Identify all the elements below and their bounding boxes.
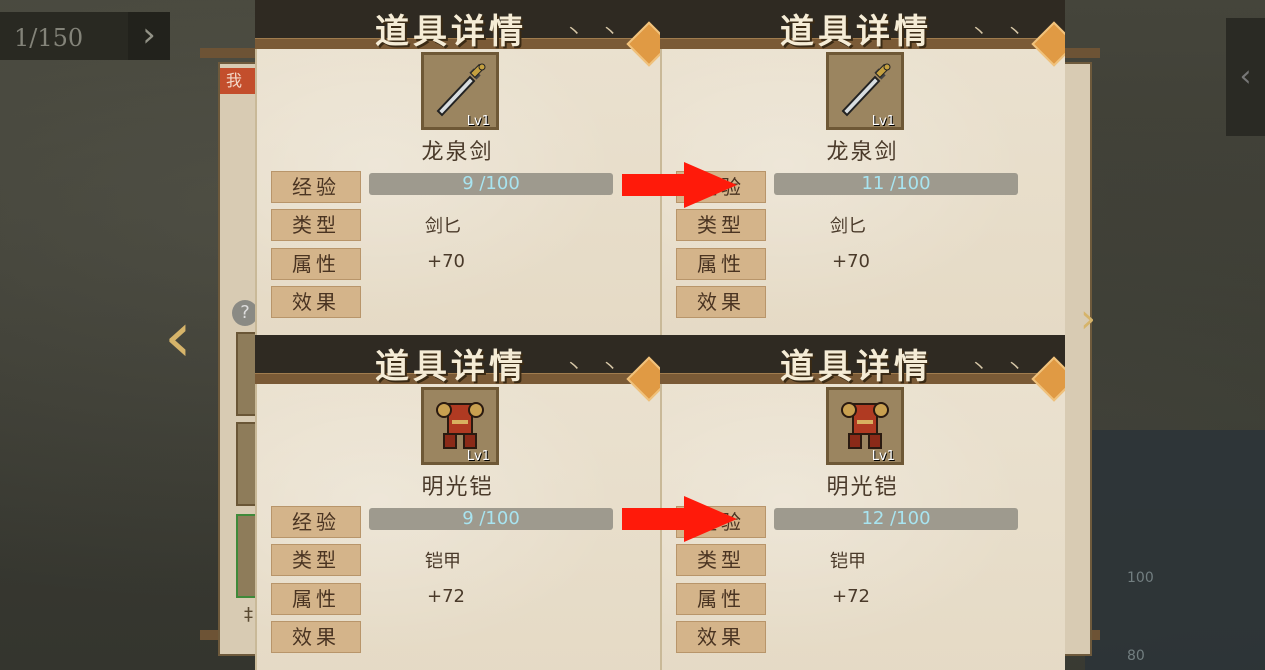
effect-label: 效果 bbox=[676, 286, 766, 318]
type-value: 铠甲 bbox=[425, 551, 461, 572]
panel-title: 道具详情 bbox=[375, 12, 527, 52]
chevron-right-icon[interactable]: › bbox=[128, 12, 170, 60]
item-name: 明光铠 bbox=[421, 475, 494, 500]
decoration: 丶 丶 bbox=[565, 22, 625, 43]
type-label: 类型 bbox=[271, 544, 361, 576]
effect-label: 效果 bbox=[271, 286, 361, 318]
panel-title: 道具详情 bbox=[780, 12, 932, 52]
attr-label: 属性 bbox=[271, 583, 361, 615]
exp-label: 经验 bbox=[271, 171, 361, 203]
exp-label: 经验 bbox=[271, 506, 361, 538]
item-detail-panel: 道具详情 丶 丶 Lv1 龙泉剑 经验 9 /100 类型 剑匕 属性 +70 … bbox=[255, 0, 660, 335]
decoration: 丶 丶 bbox=[970, 357, 1030, 378]
exp-value: 12 /100 bbox=[861, 508, 931, 529]
type-label: 类型 bbox=[676, 544, 766, 576]
exp-value: 9 /100 bbox=[462, 173, 520, 194]
attr-value: +70 bbox=[427, 251, 465, 272]
page-counter: 1/150 › bbox=[0, 12, 170, 60]
panel-title: 道具详情 bbox=[375, 347, 527, 387]
effect-label: 效果 bbox=[271, 621, 361, 653]
side-collapse-button[interactable]: ‹ bbox=[1226, 18, 1265, 136]
annotation-arrow bbox=[622, 496, 737, 542]
item-detail-panel: 道具详情 丶 丶 Lv1 明光铠 经验 9 /100 类型 铠甲 属性 +72 … bbox=[255, 335, 660, 670]
effect-label: 效果 bbox=[676, 621, 766, 653]
type-label: 类型 bbox=[271, 209, 361, 241]
page-counter-text: 1/150 bbox=[14, 24, 84, 52]
exp-bar: 12 /100 bbox=[774, 508, 1018, 530]
decoration: 丶 丶 bbox=[970, 22, 1030, 43]
armor-icon bbox=[841, 402, 889, 449]
attr-label: 属性 bbox=[676, 248, 766, 280]
exp-bar: 11 /100 bbox=[774, 173, 1018, 195]
type-value: 剑匕 bbox=[425, 216, 461, 237]
type-value: 剑匕 bbox=[830, 216, 866, 237]
item-icon-box: Lv1 bbox=[421, 387, 499, 465]
armor-icon bbox=[436, 402, 484, 449]
type-label: 类型 bbox=[676, 209, 766, 241]
item-icon-box: Lv1 bbox=[826, 387, 904, 465]
level-badge: Lv1 bbox=[466, 114, 490, 129]
decoration: 丶 丶 bbox=[565, 357, 625, 378]
level-badge: Lv1 bbox=[871, 114, 895, 129]
attr-value: +72 bbox=[427, 586, 465, 607]
attr-label: 属性 bbox=[271, 248, 361, 280]
level-badge: Lv1 bbox=[466, 449, 490, 464]
background-panel-right: 100 80 bbox=[1085, 430, 1265, 670]
type-value: 铠甲 bbox=[830, 551, 866, 572]
attr-label: 属性 bbox=[676, 583, 766, 615]
prev-arrow-icon[interactable]: ‹ bbox=[164, 296, 192, 378]
exp-value: 9 /100 bbox=[462, 508, 520, 529]
sword-icon bbox=[841, 63, 891, 117]
attr-value: +72 bbox=[832, 586, 870, 607]
exp-bar: 9 /100 bbox=[369, 508, 613, 530]
next-arrow-icon[interactable]: › bbox=[1080, 296, 1096, 342]
exp-bar: 9 /100 bbox=[369, 173, 613, 195]
sword-icon bbox=[436, 63, 486, 117]
attr-value: +70 bbox=[832, 251, 870, 272]
inventory-label: ‡ bbox=[244, 604, 253, 625]
item-name: 龙泉剑 bbox=[421, 140, 494, 165]
exp-value: 11 /100 bbox=[861, 173, 931, 194]
annotation-arrow bbox=[622, 162, 737, 208]
item-icon-box: Lv1 bbox=[421, 52, 499, 130]
item-icon-box: Lv1 bbox=[826, 52, 904, 130]
panel-title: 道具详情 bbox=[780, 347, 932, 387]
bg-number: 80 bbox=[1127, 648, 1145, 664]
level-badge: Lv1 bbox=[871, 449, 895, 464]
bg-number: 100 bbox=[1127, 570, 1154, 586]
